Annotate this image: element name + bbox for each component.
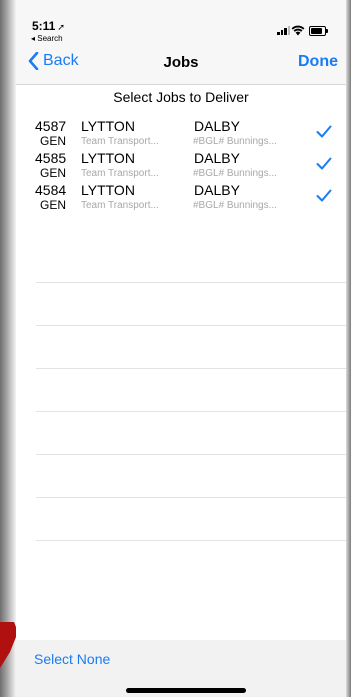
checkmark-icon [316, 125, 332, 138]
job-destination: DALBY [194, 118, 240, 134]
job-code: GEN [40, 166, 67, 180]
job-origin-detail: Team Transport... [81, 136, 159, 147]
job-destination: DALBY [194, 150, 240, 166]
job-destination-detail: #BGL# Bunnings... [193, 168, 277, 179]
job-row[interactable]: 4587 GEN LYTTON Team Transport... DALBY … [16, 115, 346, 148]
home-indicator[interactable] [126, 688, 246, 693]
job-row[interactable]: 4585 GEN LYTTON Team Transport... DALBY … [16, 147, 346, 180]
screenshot-frame: 5:11 ➚ ◂ Search Back Jobs Done Select Jo… [0, 0, 351, 697]
row-separator [36, 240, 346, 283]
status-time: 5:11 ➚ [32, 19, 65, 33]
cellular-signal-icon [277, 26, 290, 35]
checkmark-icon [316, 189, 332, 202]
job-number: 4587 [35, 118, 67, 134]
job-origin: LYTTON [81, 118, 135, 134]
status-bar: 5:11 ➚ ◂ Search [16, 0, 346, 44]
job-origin: LYTTON [81, 150, 135, 166]
job-origin-detail: Team Transport... [81, 200, 159, 211]
back-to-app-link[interactable]: ◂ Search [31, 34, 63, 43]
job-number: 4584 [35, 182, 67, 198]
empty-list-rows [36, 240, 346, 541]
battery-icon [309, 26, 328, 36]
job-destination: DALBY [194, 182, 240, 198]
row-separator [36, 498, 346, 541]
job-destination-detail: #BGL# Bunnings... [193, 136, 277, 147]
row-separator [36, 455, 346, 498]
status-time-text: 5:11 [32, 19, 56, 33]
bottom-toolbar: Select None [16, 640, 346, 697]
checkmark-icon [316, 157, 332, 170]
location-icon: ➚ [57, 22, 65, 32]
row-separator [36, 326, 346, 369]
job-code: GEN [40, 134, 67, 148]
wifi-icon [291, 25, 305, 36]
job-number: 4585 [35, 150, 67, 166]
job-destination-detail: #BGL# Bunnings... [193, 200, 277, 211]
chevron-left-icon [28, 52, 39, 70]
left-edge-shadow [0, 0, 16, 697]
section-header: Select Jobs to Deliver [113, 89, 249, 105]
job-row[interactable]: 4584 GEN LYTTON Team Transport... DALBY … [16, 179, 346, 212]
done-button[interactable]: Done [298, 53, 338, 71]
row-separator [36, 283, 346, 326]
right-edge-shadow [346, 0, 351, 697]
job-origin-detail: Team Transport... [81, 168, 159, 179]
row-separator [36, 412, 346, 455]
back-label: Back [43, 52, 79, 69]
jobs-list: 4587 GEN LYTTON Team Transport... DALBY … [16, 115, 346, 212]
navigation-bar: Back Jobs Done [16, 44, 346, 85]
job-origin: LYTTON [81, 182, 135, 198]
phone-screen: 5:11 ➚ ◂ Search Back Jobs Done Select Jo… [16, 0, 346, 697]
row-separator [36, 369, 346, 412]
select-none-button[interactable]: Select None [34, 651, 110, 667]
back-button[interactable]: Back [28, 52, 79, 70]
job-code: GEN [40, 198, 67, 212]
